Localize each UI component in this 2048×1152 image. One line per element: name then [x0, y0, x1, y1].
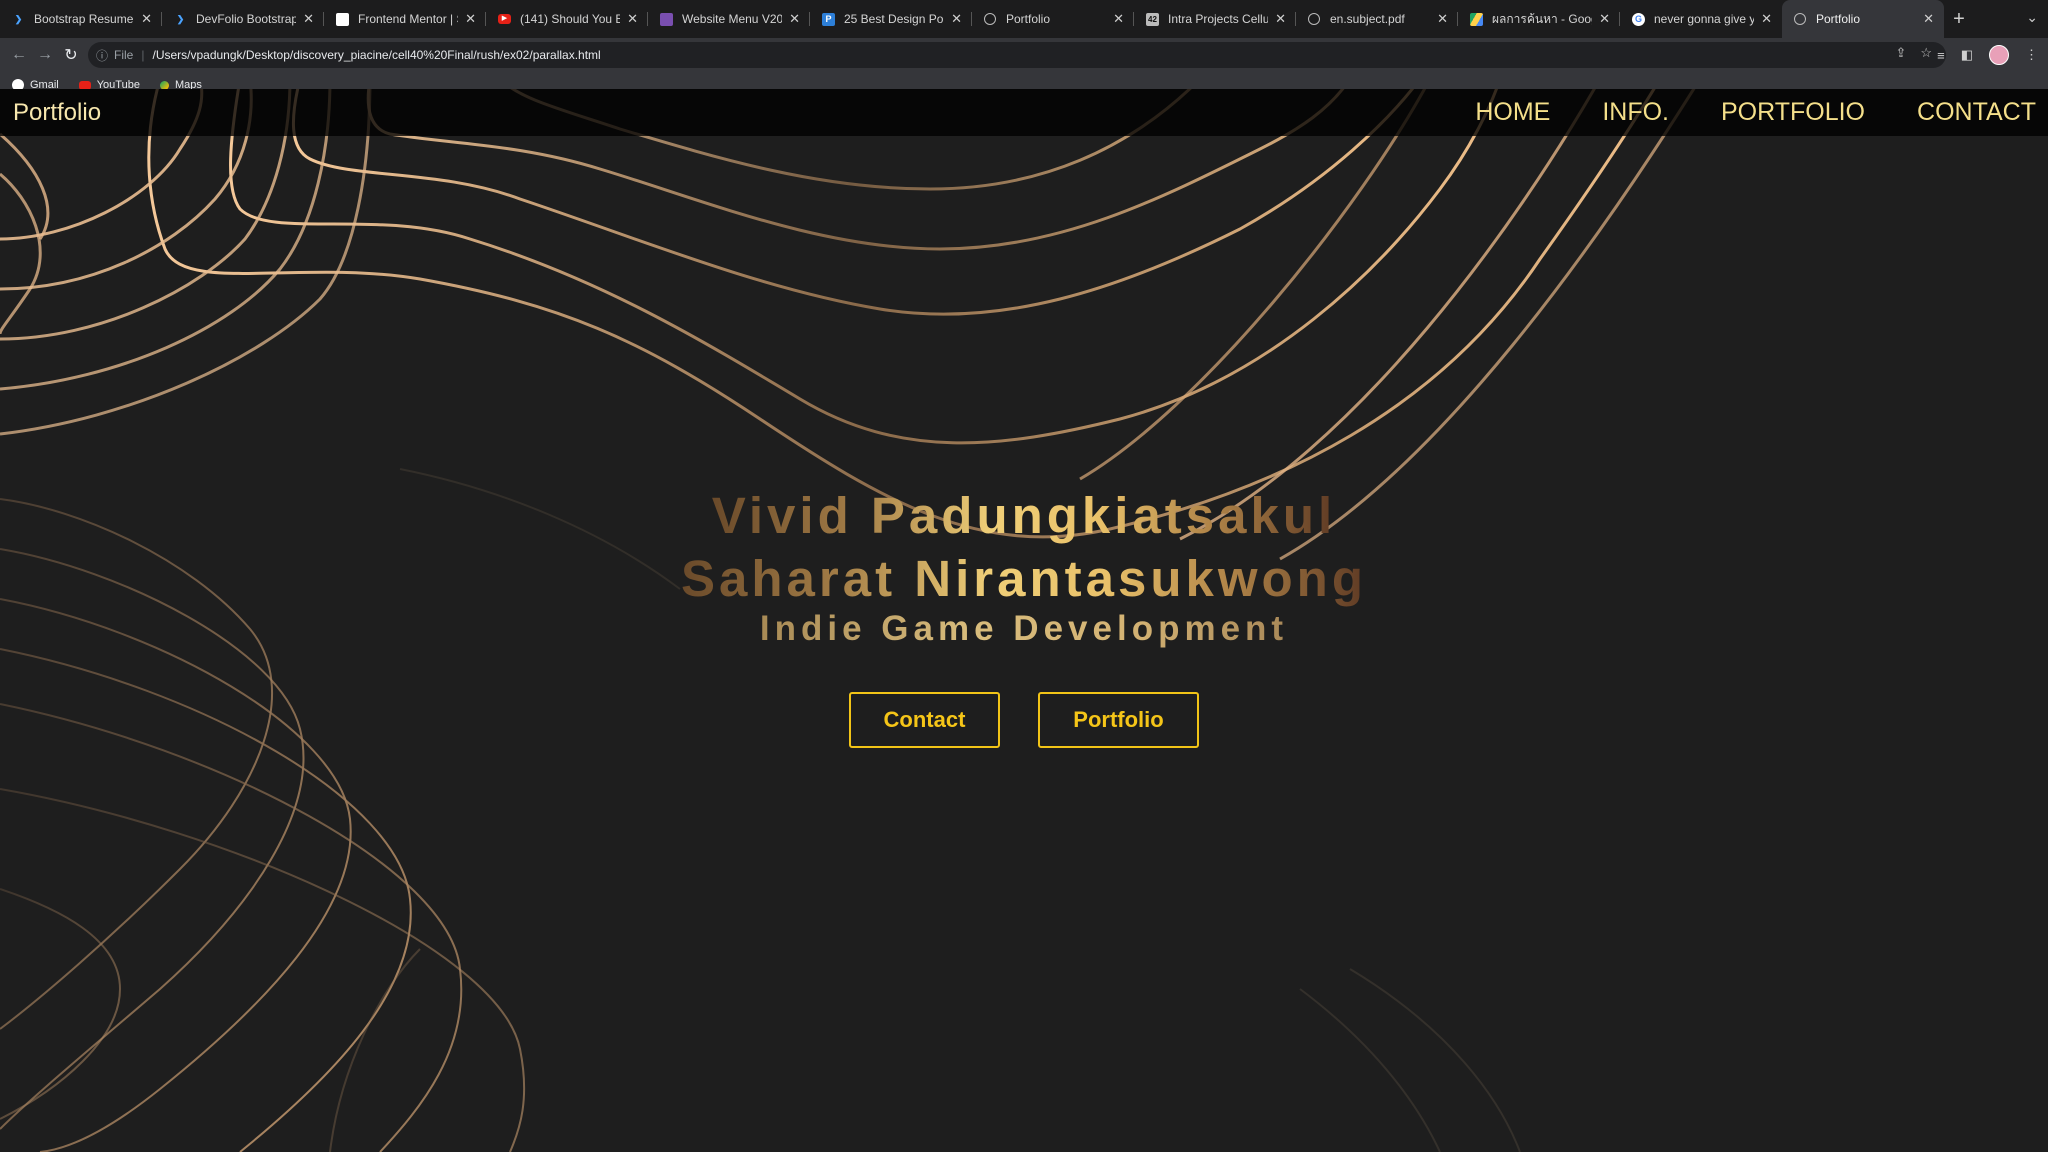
close-icon[interactable]: ✕ [627, 11, 638, 27]
address-scheme: File [114, 48, 134, 62]
avatar[interactable] [1989, 45, 2009, 65]
nav-portfolio[interactable]: PORTFOLIO [1721, 89, 1865, 136]
site-logo[interactable]: Portfolio [13, 99, 101, 127]
address-url[interactable]: /Users/vpadungk/Desktop/discovery_piacin… [152, 48, 600, 62]
back-button[interactable]: ← [6, 46, 32, 64]
hero-name-2-text: Saharat Nirantasukwong [681, 550, 1367, 607]
nav-contact[interactable]: CONTACT [1917, 89, 2036, 136]
tab-strip: ❯ Bootstrap Resume / CV ✕ ❯ DevFolio Boo… [0, 0, 2048, 38]
browser-tab[interactable]: ▶ (141) Should You Buy A I ✕ [486, 0, 648, 38]
tab-title: 25 Best Design Portfolio [844, 12, 944, 26]
close-icon[interactable]: ✕ [303, 11, 314, 27]
nav-info[interactable]: INFO. [1602, 89, 1669, 136]
share-icon[interactable]: ⇪ [1895, 45, 1906, 61]
browser-toolbar: ← → ↻ ⓘ File | /Users/vpadungk/Desktop/d… [0, 38, 2048, 72]
close-icon[interactable]: ✕ [141, 11, 152, 27]
colorlib-icon [660, 13, 673, 26]
browser-tab[interactable]: P 25 Best Design Portfolio ✕ [810, 0, 972, 38]
forward-button[interactable]: → [32, 46, 58, 64]
hero-tagline-text: Indie Game Development [759, 609, 1289, 648]
browser-tab[interactable]: Website Menu V20 - Free ✕ [648, 0, 810, 38]
frontend-mentor-icon [336, 13, 349, 26]
google-icon: G [1632, 13, 1645, 26]
tab-title: en.subject.pdf [1330, 12, 1405, 26]
toolbar-actions: ≡ ◧ ⋮ [1937, 38, 2038, 72]
browser-tab[interactable]: ผลการค้นหา - Google ไดร ✕ [1458, 0, 1620, 38]
close-icon[interactable]: ✕ [789, 11, 800, 27]
bootstrap-icon: ❯ [176, 14, 185, 24]
new-tab-button[interactable]: + [1944, 0, 1974, 38]
close-icon[interactable]: ✕ [465, 11, 476, 27]
kebab-menu-icon[interactable]: ⋮ [2025, 47, 2038, 63]
portfolio-button[interactable]: Portfolio [1038, 692, 1199, 748]
browser-tab[interactable]: ❯ DevFolio Bootstrap Temp ✕ [162, 0, 324, 38]
browser-tab[interactable]: Portfolio ✕ [972, 0, 1134, 38]
browser-tab-active[interactable]: Portfolio ✕ [1782, 0, 1944, 38]
tab-title: never gonna give you up [1654, 12, 1754, 26]
browser-tab[interactable]: en.subject.pdf ✕ [1296, 0, 1458, 38]
tab-title: Website Menu V20 - Free [682, 12, 782, 26]
close-icon[interactable]: ✕ [1923, 11, 1934, 27]
reload-button[interactable]: ↻ [58, 45, 84, 65]
tab-title: Bootstrap Resume / CV [34, 12, 134, 26]
nav-home[interactable]: HOME [1475, 89, 1550, 136]
close-icon[interactable]: ✕ [1113, 11, 1124, 27]
star-icon[interactable]: ☆ [1920, 45, 1932, 61]
close-icon[interactable]: ✕ [1761, 11, 1772, 27]
omnibox-actions: ⇪ ☆ [1895, 40, 1932, 66]
browser-tab[interactable]: G never gonna give you up ✕ [1620, 0, 1782, 38]
bootstrap-icon: ❯ [14, 14, 23, 24]
tab-title: (141) Should You Buy A I [520, 12, 620, 26]
hero-name-1-text: Vivid Padungkiatsakul [711, 487, 1337, 544]
hero-name-1: Vivid Padungkiatsakul [0, 486, 2048, 545]
youtube-icon: ▶ [498, 14, 511, 24]
browser-tab[interactable]: ❯ Bootstrap Resume / CV ✕ [0, 0, 162, 38]
page-viewport: Portfolio HOME INFO. PORTFOLIO CONTACT V… [0, 89, 2048, 1152]
chevron-down-icon[interactable]: ⌄ [2026, 9, 2038, 26]
close-icon[interactable]: ✕ [951, 11, 962, 27]
tab-title: Intra Projects Cellule4.0 [1168, 12, 1268, 26]
google-drive-icon [1470, 13, 1483, 26]
tab-title: Portfolio [1816, 12, 1861, 26]
globe-icon [1308, 13, 1320, 25]
info-icon[interactable]: ⓘ [96, 47, 108, 64]
tab-title: Frontend Mentor | Space [358, 12, 458, 26]
close-icon[interactable]: ✕ [1275, 11, 1286, 27]
contact-button[interactable]: Contact [849, 692, 1000, 748]
browser-tab[interactable]: Frontend Mentor | Space ✕ [324, 0, 486, 38]
tab-title: ผลการค้นหา - Google ไดร [1492, 11, 1592, 26]
42-icon: 42 [1146, 13, 1159, 26]
browser-tab[interactable]: 42 Intra Projects Cellule4.0 ✕ [1134, 0, 1296, 38]
globe-icon [1794, 13, 1806, 25]
site-navbar: Portfolio HOME INFO. PORTFOLIO CONTACT [0, 89, 2048, 136]
hero-name-2: Saharat Nirantasukwong [0, 549, 2048, 608]
close-icon[interactable]: ✕ [1599, 11, 1610, 27]
tab-title: Portfolio [1006, 12, 1051, 26]
reading-list-icon[interactable]: ≡ [1937, 48, 1945, 63]
hero-tagline: Indie Game Development [0, 609, 2048, 649]
close-icon[interactable]: ✕ [1437, 11, 1448, 27]
tab-title: DevFolio Bootstrap Temp [196, 12, 296, 26]
p-icon: P [822, 13, 835, 26]
site-menu: HOME INFO. PORTFOLIO CONTACT [1423, 89, 2036, 136]
globe-icon [984, 13, 996, 25]
side-panel-icon[interactable]: ◧ [1961, 47, 1973, 63]
address-bar[interactable]: ⓘ File | /Users/vpadungk/Desktop/discove… [88, 42, 1946, 68]
